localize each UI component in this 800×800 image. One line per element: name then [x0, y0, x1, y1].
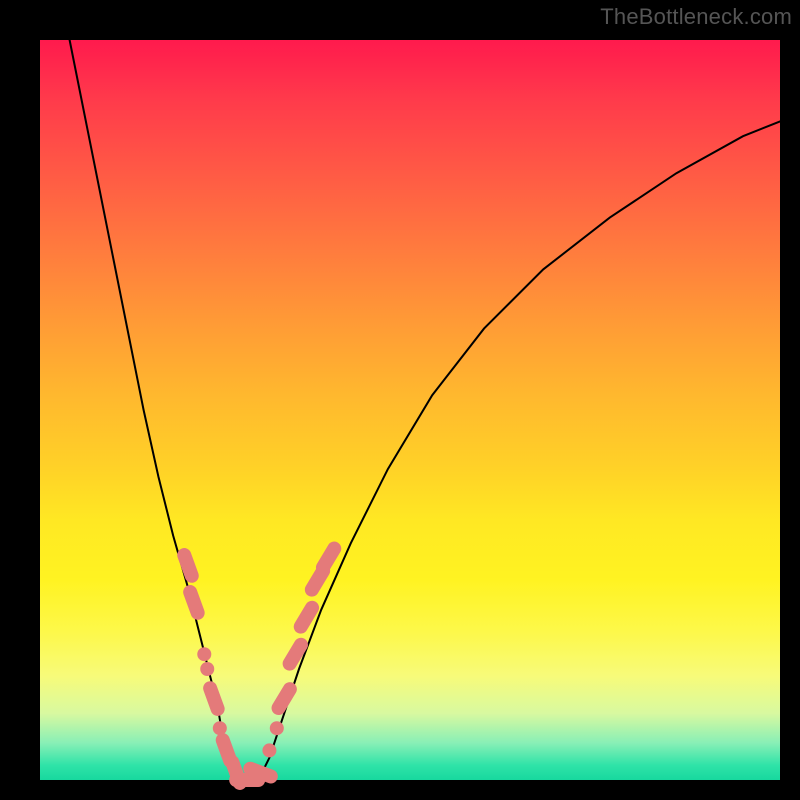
- marker-dot: [270, 721, 284, 735]
- marker-dash: [323, 549, 334, 568]
- plot-area: [40, 40, 780, 780]
- marker-dash: [190, 592, 198, 613]
- marker-layer: [184, 549, 334, 783]
- marker-dash: [279, 689, 290, 708]
- bottleneck-curve: [70, 40, 780, 780]
- marker-dash: [250, 769, 271, 777]
- watermark-text: TheBottleneck.com: [600, 4, 792, 30]
- marker-dot: [197, 647, 211, 661]
- curve-svg: [40, 40, 780, 780]
- marker-dash: [301, 608, 312, 627]
- marker-dash: [184, 555, 192, 576]
- marker-dot: [213, 721, 227, 735]
- marker-dot: [262, 743, 276, 757]
- marker-dash: [290, 645, 301, 664]
- curve-layer: [70, 40, 780, 780]
- marker-dot: [200, 662, 214, 676]
- marker-dash: [210, 688, 218, 709]
- chart-frame: TheBottleneck.com: [0, 0, 800, 800]
